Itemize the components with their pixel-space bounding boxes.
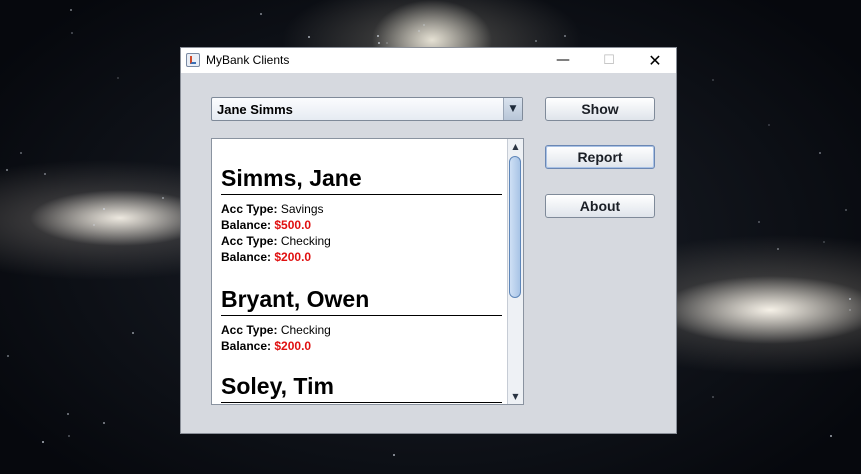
star <box>830 435 832 437</box>
title-bar[interactable]: MyBank Clients — ☐ ✕ <box>181 48 676 73</box>
star <box>377 35 379 37</box>
balance-label: Balance: <box>221 218 272 232</box>
client-dropdown-value: Jane Simms <box>217 102 293 117</box>
star <box>44 173 46 175</box>
balance-line: Balance: $500.0 <box>221 217 502 233</box>
star <box>7 355 9 357</box>
acc-type-label: Acc Type: <box>221 234 278 248</box>
account-type-line: Acc Type: Savings <box>221 201 502 217</box>
star <box>845 209 847 211</box>
balance-value: $500.0 <box>274 218 312 232</box>
show-button[interactable]: Show <box>545 97 655 121</box>
star <box>117 77 119 79</box>
report-pane[interactable]: Simms, Jane Acc Type: Savings Balance: $50… <box>211 138 524 405</box>
star <box>823 241 825 243</box>
star <box>103 422 105 424</box>
java-app-icon <box>186 53 200 67</box>
star <box>418 30 420 32</box>
client-entry: Soley, Tim <box>221 373 502 404</box>
acc-type-label: Acc Type: <box>221 202 278 216</box>
star <box>386 42 388 44</box>
star <box>162 197 164 199</box>
scroll-down-arrow-icon[interactable]: ▼ <box>508 389 523 404</box>
star <box>564 35 566 37</box>
maximize-button[interactable]: ☐ <box>586 48 632 73</box>
acc-type-value: Savings <box>280 202 324 216</box>
client-entry: Simms, Jane Acc Type: Savings Balance: $50… <box>221 165 502 265</box>
acc-type-label: Acc Type: <box>221 323 278 337</box>
acc-type-value: Checking <box>280 323 331 337</box>
account-type-line: Acc Type: Checking <box>221 322 502 338</box>
balance-label: Balance: <box>221 339 272 353</box>
star <box>758 221 760 223</box>
balance-value: $200.0 <box>274 250 312 264</box>
star <box>423 24 425 26</box>
star <box>103 208 105 210</box>
star <box>68 435 70 437</box>
star <box>71 32 73 34</box>
balance-value: $200.0 <box>274 339 312 353</box>
window-title: MyBank Clients <box>206 53 290 67</box>
star <box>819 152 821 154</box>
client-name-heading: Bryant, Owen <box>221 286 502 316</box>
app-window: MyBank Clients — ☐ ✕ Jane Simms ▼ Show R… <box>180 47 677 434</box>
client-entry: Bryant, Owen Acc Type: Checking Balance: $… <box>221 286 502 354</box>
star <box>712 396 714 398</box>
star <box>849 298 851 300</box>
scroll-up-arrow-icon[interactable]: ▲ <box>508 139 523 154</box>
star <box>535 40 537 42</box>
star <box>777 248 779 250</box>
star <box>849 309 851 311</box>
client-name-heading: Simms, Jane <box>221 165 502 195</box>
star <box>70 9 72 11</box>
star <box>393 454 395 456</box>
chevron-down-icon[interactable]: ▼ <box>503 98 522 120</box>
scroll-thumb[interactable] <box>509 156 521 298</box>
star <box>768 124 770 126</box>
client-dropdown[interactable]: Jane Simms ▼ <box>211 97 523 121</box>
star <box>378 42 380 44</box>
star <box>712 79 714 81</box>
star <box>20 152 22 154</box>
balance-label: Balance: <box>221 250 272 264</box>
star <box>260 13 262 15</box>
star <box>67 413 69 415</box>
about-button[interactable]: About <box>545 194 655 218</box>
star <box>132 332 134 334</box>
account-type-line: Acc Type: Checking <box>221 233 502 249</box>
acc-type-value: Checking <box>280 234 331 248</box>
star <box>6 169 8 171</box>
report-button[interactable]: Report <box>545 145 655 169</box>
close-button[interactable]: ✕ <box>632 48 678 73</box>
star <box>93 224 95 226</box>
balance-line: Balance: $200.0 <box>221 338 502 354</box>
star <box>308 36 310 38</box>
vertical-scrollbar[interactable]: ▲ ▼ <box>507 139 523 404</box>
balance-line: Balance: $200.0 <box>221 249 502 265</box>
minimize-button[interactable]: — <box>540 48 586 73</box>
star <box>42 441 44 443</box>
client-name-heading: Soley, Tim <box>221 373 502 403</box>
